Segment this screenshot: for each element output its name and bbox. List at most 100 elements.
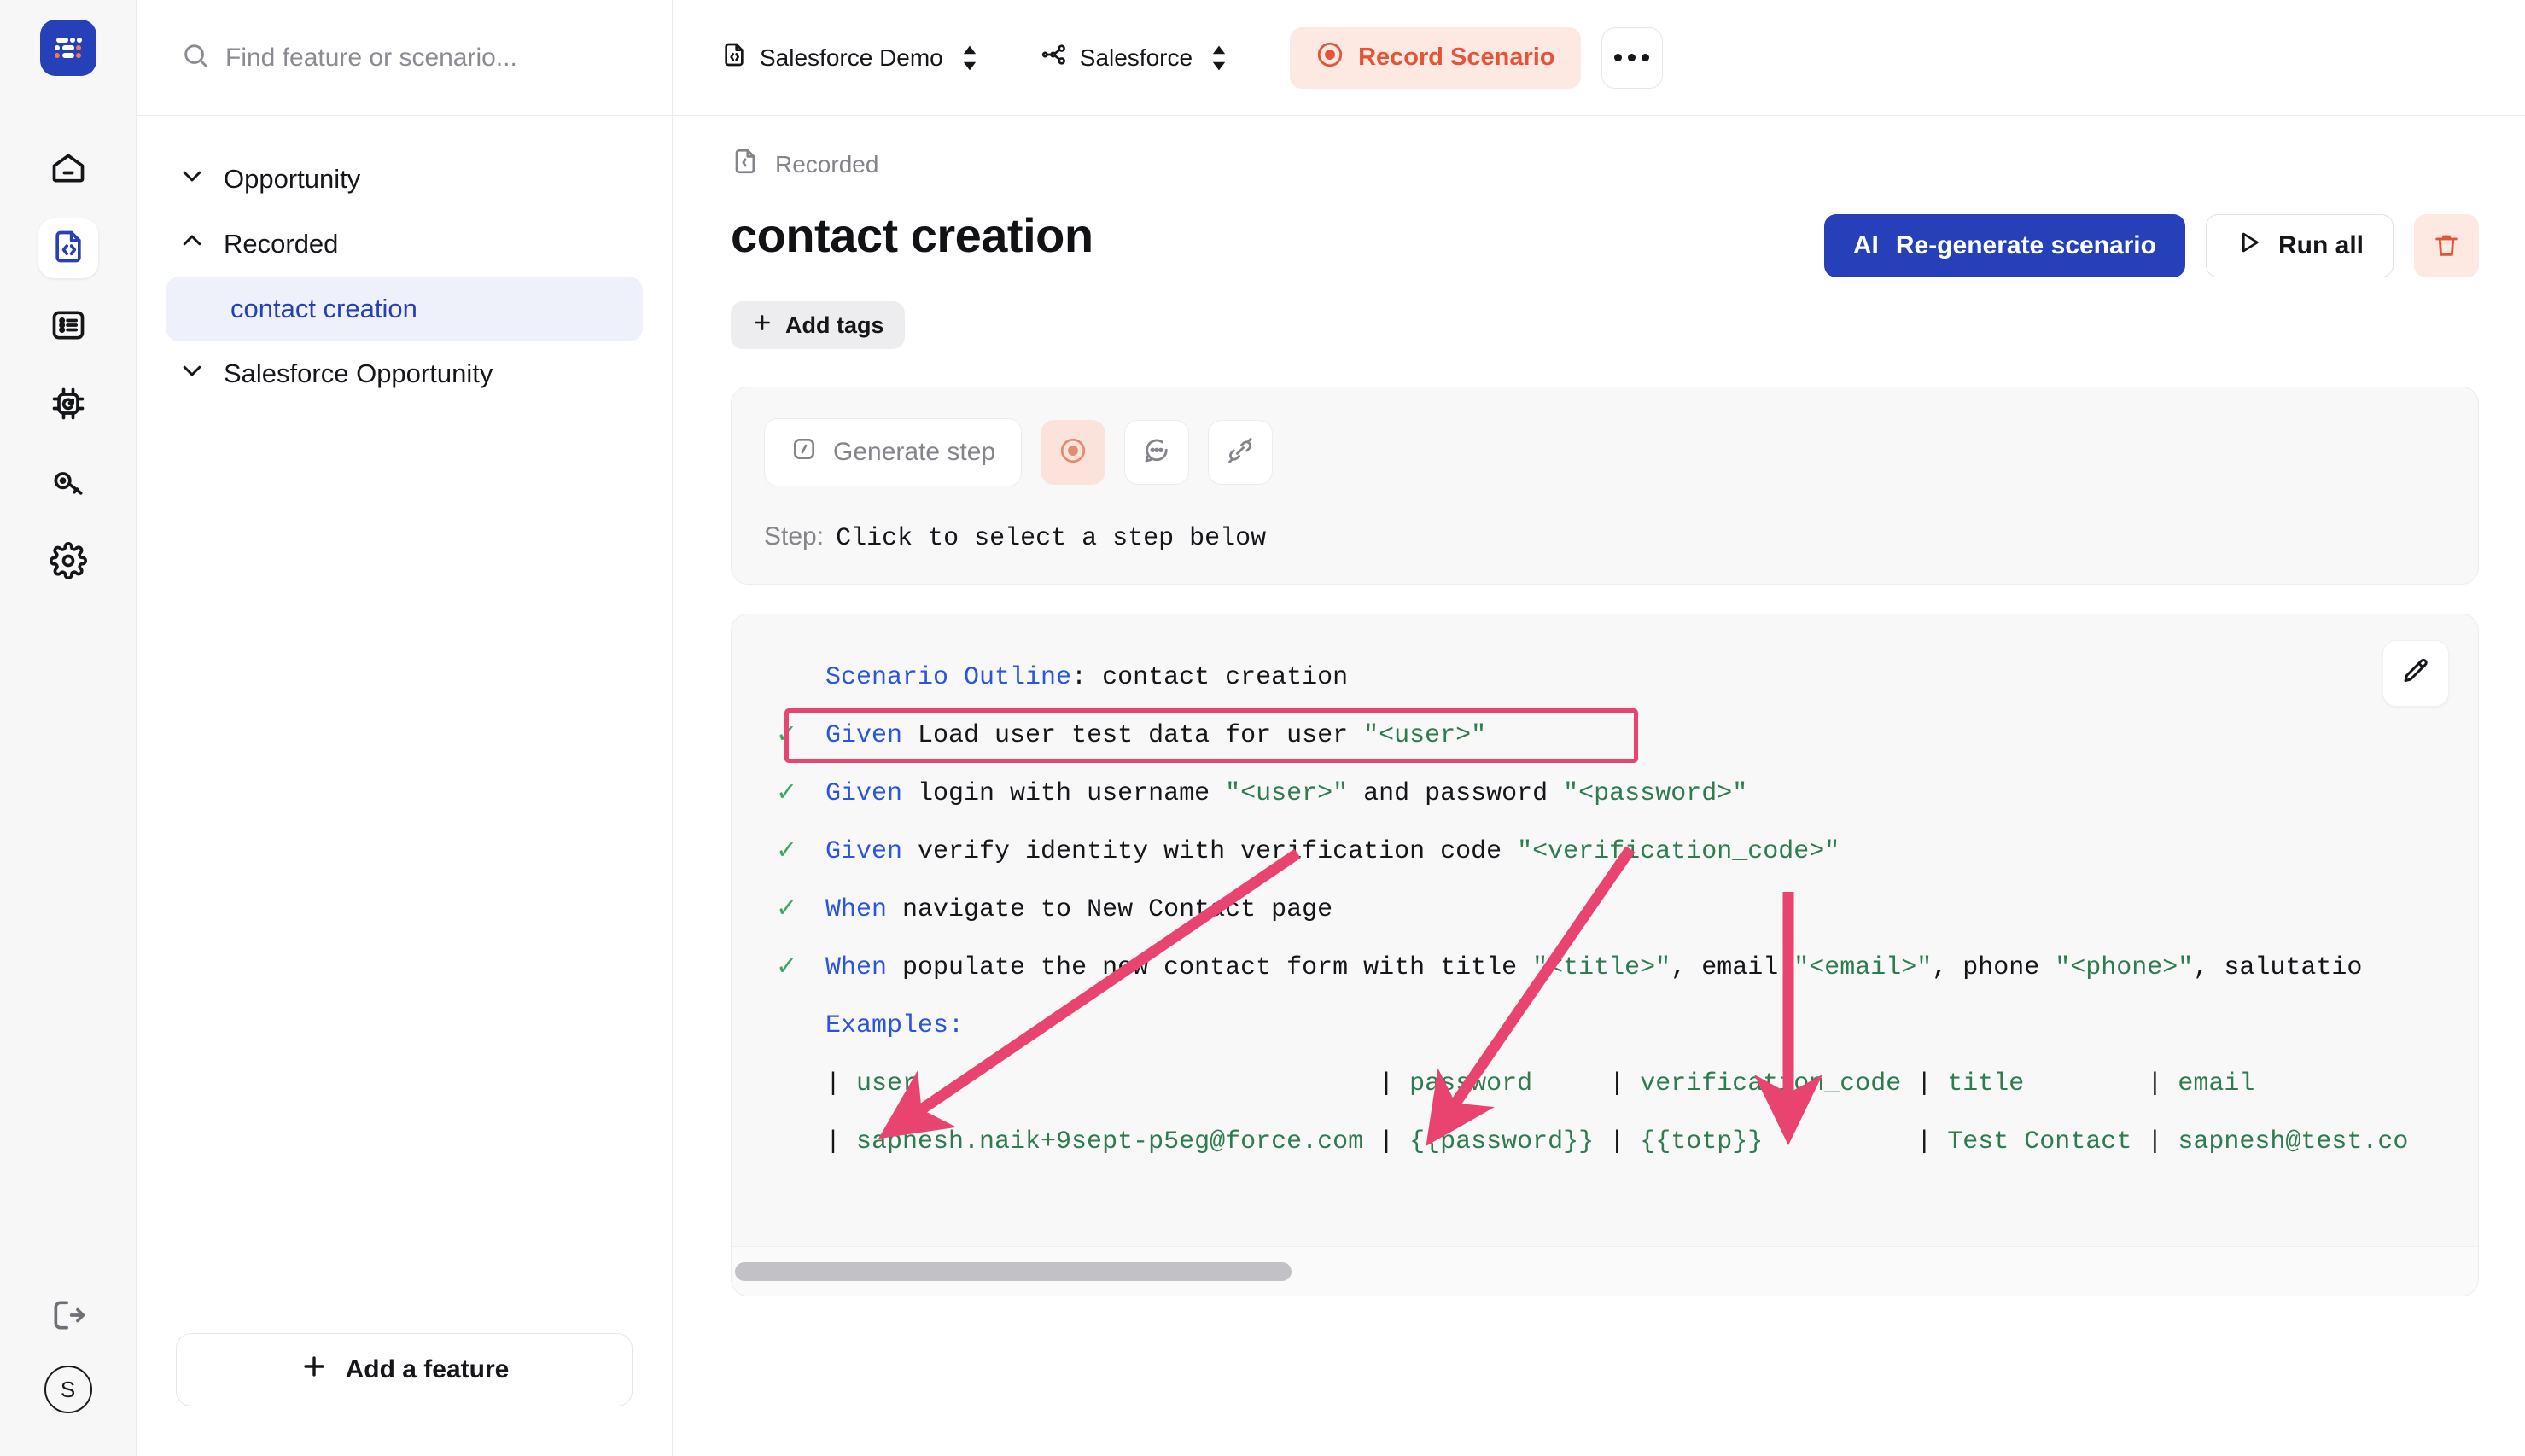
workspace-selector-label: Salesforce <box>1079 44 1193 71</box>
delete-scenario-button[interactable] <box>2414 214 2479 277</box>
gherkin-examples-keyword-line: Examples: <box>778 997 2478 1055</box>
gherkin-step-row[interactable]: ✓ When populate the new contact form wit… <box>778 939 2478 997</box>
chevron-down-icon <box>179 358 205 390</box>
outline-name: contact creation <box>1102 663 1349 692</box>
search-icon <box>181 41 210 74</box>
code-file-icon <box>50 228 87 270</box>
chevron-down-icon <box>179 163 205 195</box>
step-text-mid2: , phone <box>1932 953 2056 982</box>
examples-cell-email: sapnesh@test.co <box>2178 1127 2424 1156</box>
sidebar-item-runs[interactable] <box>38 297 98 357</box>
pencil-icon <box>2400 656 2431 691</box>
icon-rail: S <box>0 0 137 1456</box>
main-panel: Recorded contact creation AI Re-generate… <box>673 116 2525 1456</box>
code-file-icon <box>731 147 760 182</box>
regenerate-scenario-button[interactable]: AI Re-generate scenario <box>1823 214 2185 277</box>
top-bar: Salesforce Demo <box>137 0 2525 116</box>
logout-icon <box>50 1296 87 1338</box>
regenerate-scenario-label: Re-generate scenario <box>1895 231 2156 259</box>
sidebar-item-settings[interactable] <box>38 533 98 592</box>
project-selector[interactable]: Salesforce Demo <box>709 32 991 83</box>
generate-step-label: Generate step <box>833 438 996 466</box>
record-target-icon <box>1058 436 1088 469</box>
comment-tool-button[interactable] <box>1124 420 1190 485</box>
sidebar-item-agents[interactable] <box>38 376 98 435</box>
sidebar-item-home[interactable] <box>38 140 98 200</box>
tree-item-salesforce-opportunity[interactable]: Salesforce Opportunity <box>166 341 643 406</box>
add-feature-button[interactable]: Add a feature <box>176 1333 633 1406</box>
step-keyword: Given <box>825 721 903 750</box>
plus-icon <box>300 1352 329 1388</box>
examples-column-verification-code: verification_code <box>1640 1069 1917 1098</box>
step-text: login with username <box>918 779 1226 808</box>
gherkin-lines: Scenario Outline: contact creation ✓ Giv… <box>732 649 2478 1171</box>
gear-icon <box>49 541 87 584</box>
top-bar-controls: Salesforce Demo Salesforce Record Scenar… <box>673 26 1663 89</box>
plus-icon <box>751 312 773 340</box>
tree-item-opportunity[interactable]: Opportunity <box>166 147 643 212</box>
sidebar-item-credentials[interactable] <box>38 454 98 514</box>
gherkin-step-row[interactable]: ✓ Given Load user test data for user "<u… <box>778 707 2478 765</box>
step-text-mid: , email <box>1671 953 1794 982</box>
step-keyword: Given <box>825 779 903 808</box>
selected-step-line: Step: Click to select a step below <box>764 522 2446 553</box>
search-input[interactable] <box>225 43 635 73</box>
tree-item-label: Opportunity <box>224 164 361 194</box>
link-broken-icon <box>1226 436 1255 469</box>
record-scenario-button[interactable]: Record Scenario <box>1290 26 1581 89</box>
page-title: contact creation <box>731 208 1093 262</box>
step-keyword: When <box>825 895 888 924</box>
status-pass-icon: ✓ <box>778 719 796 752</box>
record-tool-button[interactable] <box>1041 420 1106 485</box>
dot-icon <box>1642 54 1650 61</box>
right-region: Salesforce Demo <box>137 0 2525 1456</box>
tree-item-contact-creation[interactable]: contact creation <box>166 277 643 341</box>
code-file-icon <box>720 41 748 74</box>
step-text: navigate to New Contact page <box>902 895 1333 924</box>
breadcrumb-label: Recorded <box>775 150 879 178</box>
examples-cell-password: {{password}} <box>1409 1127 1610 1156</box>
step-text-mid: and password <box>1348 779 1564 808</box>
step-text: populate the new contact form with title <box>902 953 1533 982</box>
workspace-selector[interactable]: Salesforce <box>1029 32 1240 83</box>
add-tags-button[interactable]: Add tags <box>731 301 905 349</box>
link-tool-button[interactable] <box>1208 420 1274 485</box>
sidebar-item-scenarios[interactable] <box>38 218 98 278</box>
tree-item-recorded[interactable]: Recorded <box>166 212 643 277</box>
avatar-initial: S <box>60 1376 76 1402</box>
trash-icon <box>2432 230 2461 262</box>
step-generator-tools: Generate step <box>764 418 2446 486</box>
scrollbar-thumb[interactable] <box>735 1261 1292 1281</box>
dot-icon <box>1628 54 1636 61</box>
gherkin-step-row[interactable]: ✓ When navigate to New Contact page <box>778 881 2478 939</box>
search-area <box>137 0 673 116</box>
avatar[interactable]: S <box>44 1366 92 1413</box>
comment-icon <box>1142 436 1171 469</box>
title-row: contact creation AI Re-generate scenario… <box>731 207 2479 277</box>
ai-label: AI <box>1852 231 1879 259</box>
logout-button[interactable] <box>38 1287 98 1347</box>
step-label: Step: <box>764 522 825 550</box>
step-param: "<email>" <box>1793 953 1933 982</box>
edit-scenario-button[interactable] <box>2382 640 2449 707</box>
gherkin-step-row[interactable]: ✓ Given verify identity with verificatio… <box>778 823 2478 881</box>
magic-code-icon <box>790 435 818 469</box>
key-icon <box>50 463 87 505</box>
more-options-button[interactable] <box>1601 26 1663 89</box>
feature-tree: Opportunity Recorded contact creation Sa… <box>137 116 673 1456</box>
rail-bottom: S <box>38 1287 98 1456</box>
generate-step-button[interactable]: Generate step <box>764 418 1023 486</box>
step-param: "<password>" <box>1563 779 1748 808</box>
examples-cell-user: sapnesh.naik+9sept-p5eg@force.com <box>856 1127 1379 1156</box>
tree-item-label: Salesforce Opportunity <box>224 358 493 388</box>
run-all-button[interactable]: Run all <box>2205 214 2394 277</box>
record-target-icon <box>1315 40 1344 76</box>
body-region: Opportunity Recorded contact creation Sa… <box>137 116 2525 1456</box>
chevron-updown-icon <box>960 44 979 72</box>
horizontal-scrollbar[interactable] <box>732 1246 2478 1296</box>
outline-keyword: Scenario Outline <box>825 663 1072 692</box>
step-text-after: , salutatio <box>2193 953 2363 982</box>
app-root: S Find feature or scenario... Salesforce… <box>0 0 2525 1456</box>
status-pass-icon: ✓ <box>778 952 796 984</box>
gherkin-step-row[interactable]: ✓ Given login with username "<user>" and… <box>778 765 2478 823</box>
